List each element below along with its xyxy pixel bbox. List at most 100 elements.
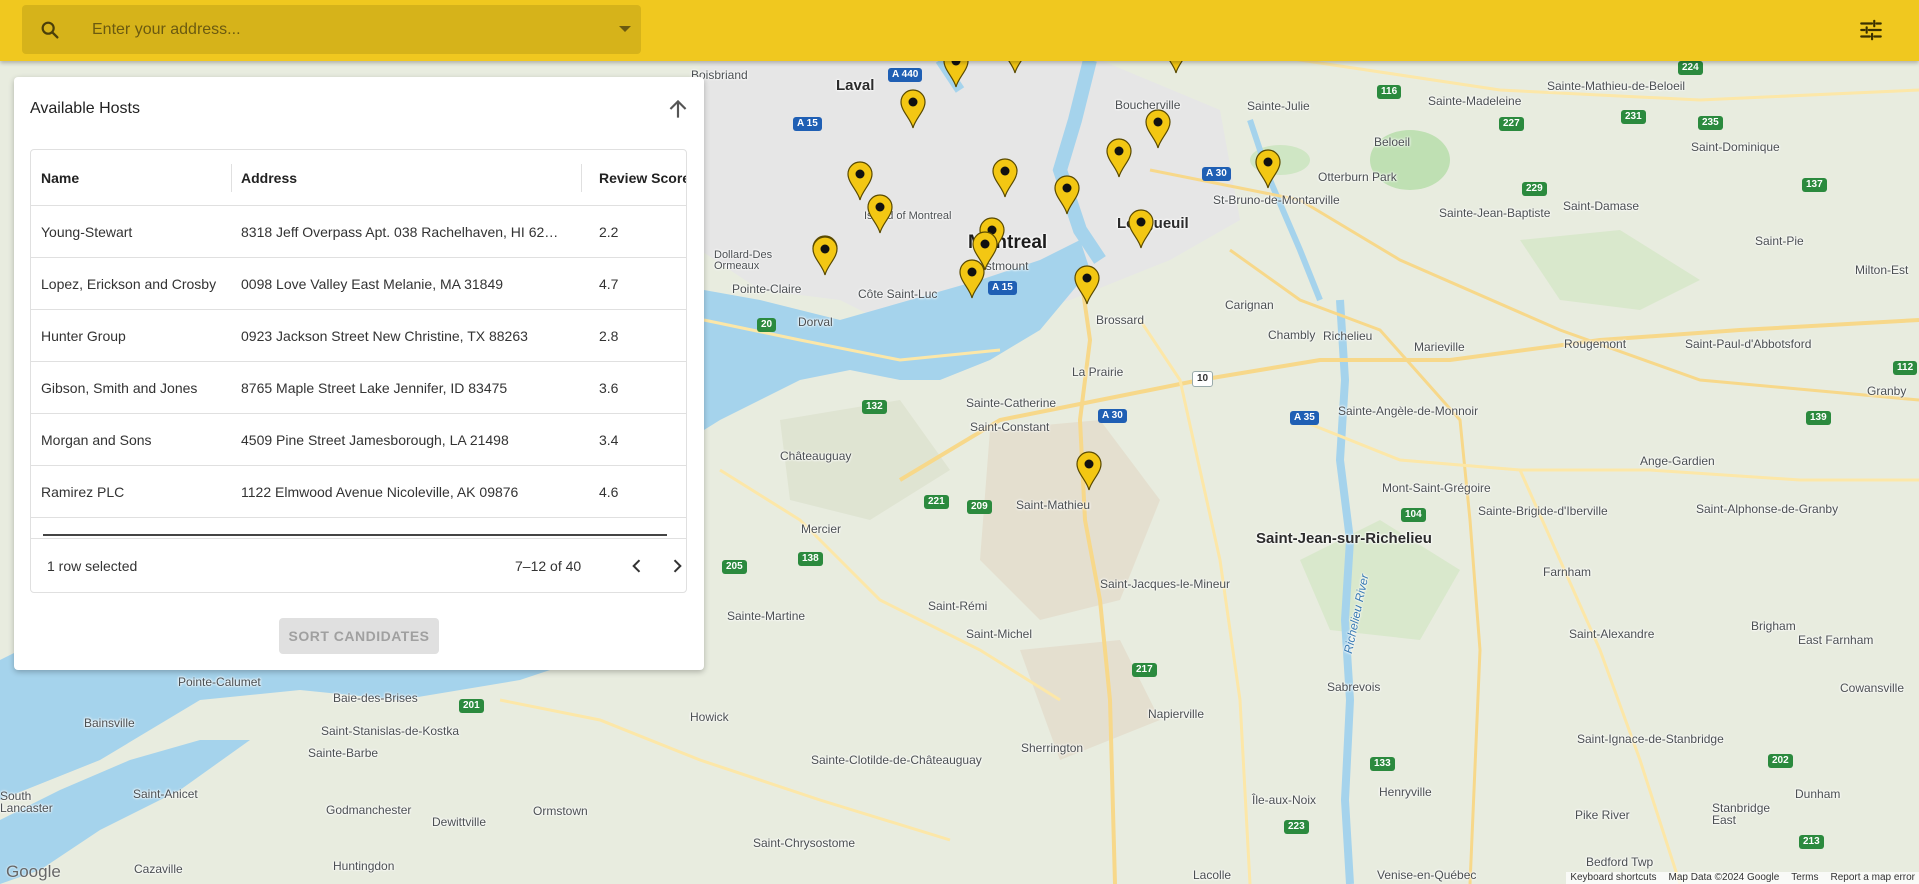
host-pin-marker[interactable] [811,236,839,276]
highway-shield: 139 [1806,411,1831,425]
map-label: Farnham [1543,565,1592,579]
map-label: Dunham [1795,787,1841,801]
host-name-cell: Gibson, Smith and Jones [41,379,198,396]
map-label: Sainte-Barbe [308,746,379,760]
map-label: Dollard-Des Ormeaux [714,249,773,272]
review-score-cell: 3.6 [599,379,619,396]
highway-shield: 223 [1284,820,1309,834]
highway-shield: 231 [1621,110,1646,124]
review-score-cell: 3.4 [599,431,619,448]
chevron-left-icon[interactable] [627,556,647,576]
table-row[interactable]: Lopez, Erickson and Crosby 0098 Love Val… [31,258,686,310]
map-label: Sainte-Angèle-de-Monnoir [1338,404,1479,418]
keyboard-shortcuts-link[interactable]: Keyboard shortcuts [1570,872,1656,884]
table-header-row: Name Address Review Score [31,150,686,206]
highway-shield: 217 [1132,663,1157,677]
highway-shield: 224 [1678,61,1703,75]
review-score-cell: 2.8 [599,327,619,344]
selected-row-count: 1 row selected [47,558,138,574]
highway-shield: 229 [1522,182,1547,196]
map-label: Saint-Paul-d'Abbotsford [1685,337,1812,351]
map-label: Brigham [1751,619,1796,633]
arrow-up-icon[interactable] [665,96,691,122]
map-label: Dewittville [432,815,487,829]
column-header-name[interactable]: Name [41,150,231,205]
map-label: Sherrington [1021,741,1084,755]
map-label: Ange-Gardien [1640,454,1715,468]
map-label: Rougemont [1564,337,1627,351]
highway-shield: 201 [459,699,484,713]
address-search-input[interactable] [92,5,592,54]
map-label: Pointe-Claire [732,282,802,296]
horizontal-scrollbar[interactable] [43,534,667,536]
host-pin-marker[interactable] [1053,175,1081,215]
map-label: Sainte-Mathieu-de-Beloeil [1547,79,1686,93]
host-pin-marker[interactable] [1127,209,1155,249]
highway-shield: A 30 [1202,167,1231,181]
chevron-right-icon[interactable] [667,556,687,576]
map-label: Saint-Anicet [133,787,198,801]
dropdown-arrow-icon[interactable] [619,26,631,32]
highway-shield: 112 [1893,361,1918,375]
filter-settings-icon[interactable] [1858,17,1884,43]
table-row[interactable]: Young-Stewart 8318 Jeff Overpass Apt. 03… [31,206,686,258]
map-label: Mont-Saint-Grégoire [1382,481,1491,495]
pagination-range: 7–12 of 40 [515,558,582,574]
highway-shield: 116 [1377,85,1402,99]
map-label: Sainte-Martine [727,609,806,623]
map-label: Mercier [801,522,842,536]
map-label: Baie-des-Brises [333,691,418,705]
map-label: East Farnham [1798,633,1874,647]
column-header-address[interactable]: Address [241,150,591,205]
sort-candidates-button[interactable]: SORT CANDIDATES [279,618,439,654]
table-row[interactable]: Hunter Group 0923 Jackson Street New Chr… [31,310,686,362]
host-pin-marker[interactable] [1254,149,1282,189]
map-label: Lacolle [1193,868,1232,882]
host-pin-marker[interactable] [1105,138,1133,178]
column-header-review-score[interactable]: Review Score [591,150,686,205]
terms-link[interactable]: Terms [1791,872,1818,884]
map-label: Carignan [1225,298,1274,312]
host-pin-marker[interactable] [958,259,986,299]
map-label: Sainte-Jean-Baptiste [1439,206,1551,220]
map-label: Saint-Stanislas-de-Kostka [321,724,460,738]
table-row[interactable]: Gibson, Smith and Jones 8765 Maple Stree… [31,362,686,414]
host-address-cell: 1122 Elmwood Avenue Nicoleville, AK 0987… [241,483,519,500]
table-row[interactable]: Morgan and Sons 4509 Pine Street Jamesbo… [31,414,686,466]
map-label: Ormstown [533,804,588,818]
map-label: Sainte-Madeleine [1428,94,1522,108]
highway-shield: A 440 [888,68,923,82]
map-label: South Lancaster [0,789,53,815]
host-name-cell: Morgan and Sons [41,431,152,448]
host-pin-marker[interactable] [991,158,1019,198]
host-pin-marker[interactable] [1075,451,1103,491]
host-pin-marker[interactable] [866,194,894,234]
map-label: Granby [1867,384,1907,398]
column-separator[interactable] [581,164,582,192]
highway-shield: 213 [1799,835,1824,849]
map-label: Venise-en-Québec [1377,868,1477,882]
map-label: Richelieu [1323,329,1373,343]
host-pin-marker[interactable] [1144,109,1172,149]
panel-title: Available Hosts [30,100,140,117]
table-row[interactable]: Ramirez PLC 1122 Elmwood Avenue Nicolevi… [31,466,686,518]
host-pin-marker[interactable] [899,89,927,129]
highway-shield: 235 [1698,116,1723,130]
highway-shield: 202 [1768,754,1793,768]
map-attribution-bar: Keyboard shortcuts Map Data ©2024 Google… [1566,872,1919,884]
highway-shield: 227 [1499,117,1524,131]
report-map-error-link[interactable]: Report a map error [1831,872,1915,884]
google-logo[interactable]: Google [6,862,61,882]
map-label: Côte Saint-Luc [858,287,938,301]
highway-shield: 209 [967,500,992,514]
review-score-cell: 2.2 [599,223,619,240]
highway-shield: 104 [1401,508,1426,522]
host-address-cell: 0098 Love Valley East Melanie, MA 31849 [241,275,504,292]
available-hosts-panel: Available Hosts Name Address Review Scor… [14,77,704,670]
map-label: Milton-Est [1855,263,1909,277]
column-separator[interactable] [231,164,232,192]
map-label: Otterburn Park [1318,170,1397,184]
address-search-box[interactable] [22,5,641,54]
review-score-cell: 4.7 [599,275,619,292]
host-pin-marker[interactable] [1073,265,1101,305]
